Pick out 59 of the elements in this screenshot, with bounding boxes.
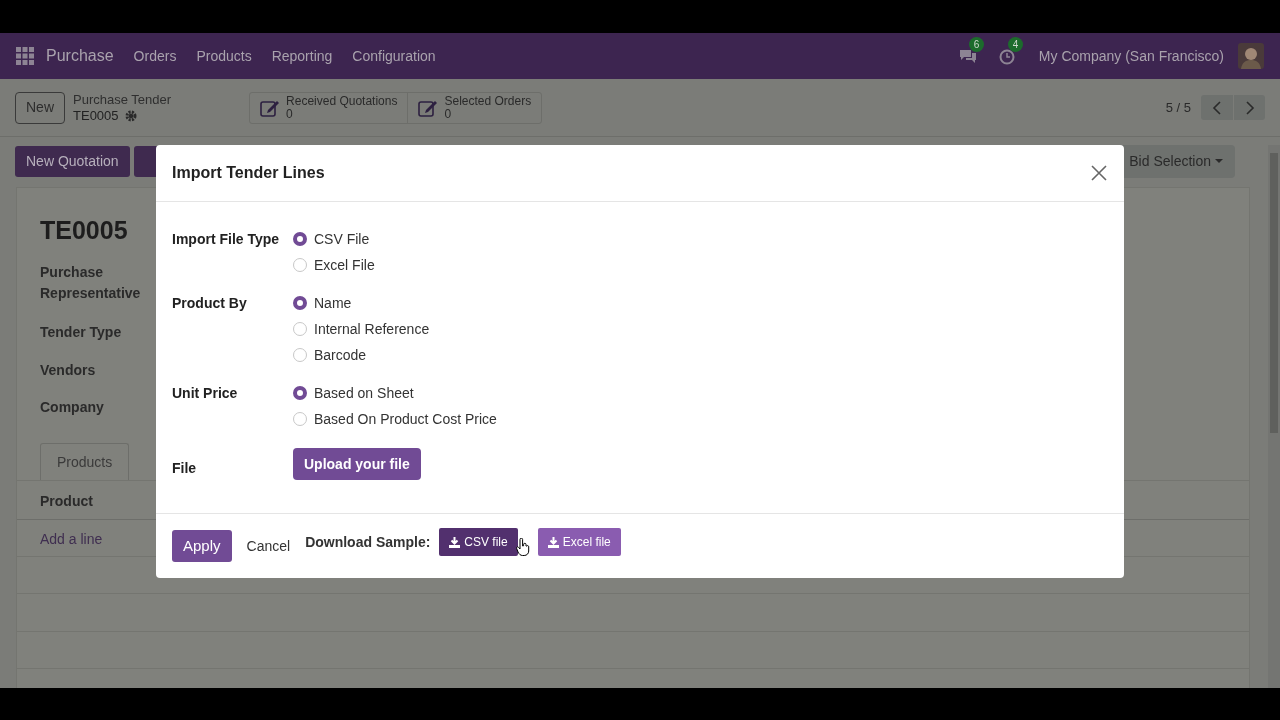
record-name: TE0005 [73, 107, 119, 124]
tab[interactable]: Products [40, 443, 130, 481]
new-button[interactable]: New [15, 91, 65, 124]
caret-icon [1215, 159, 1223, 164]
field-label: Product By [172, 294, 248, 313]
download-button[interactable]: Excel file [537, 528, 621, 556]
menu-item[interactable]: Reporting [271, 45, 333, 67]
radio-option[interactable]: CSV File [293, 226, 375, 252]
edit-icon [418, 98, 439, 117]
menu-item[interactable]: Orders [133, 45, 177, 67]
radio-button[interactable] [293, 386, 307, 400]
radio-button[interactable] [293, 232, 307, 246]
clock-icon[interactable] [998, 49, 1015, 65]
hand-cursor-icon [515, 538, 530, 556]
cancel-button[interactable]: Cancel [241, 530, 296, 562]
pager-text: 5 / 5 [1165, 98, 1191, 117]
field-label: Purchase Representative [40, 263, 142, 303]
chevron-left-icon [1212, 100, 1222, 115]
column-header: Product [40, 492, 93, 511]
radio-option[interactable]: Excel File [293, 252, 375, 278]
field-label: Tender Type [40, 323, 123, 342]
record-title: TE0005 [40, 215, 128, 246]
company-name[interactable]: My Company (San Francisco) [1038, 45, 1224, 67]
radio-option[interactable]: Based On Product Cost Price [293, 406, 497, 432]
dialog-title: Import Tender Lines [172, 163, 325, 183]
field-label: Company [40, 398, 105, 417]
close-button[interactable] [1090, 164, 1108, 182]
message-count-badge: 6 [968, 37, 985, 52]
download-icon [547, 536, 559, 548]
field-label: Vendors [40, 361, 97, 380]
avatar-icon[interactable] [1238, 43, 1264, 69]
smart-button[interactable]: Selected Orders 0 [407, 92, 542, 123]
download-button[interactable]: CSV file [439, 528, 518, 556]
action-button[interactable]: New Quotation [15, 146, 130, 177]
breadcrumb-link[interactable]: Purchase Tender [73, 91, 172, 108]
chevron-right-icon [1244, 100, 1255, 115]
download-sample-label: Download Sample: [305, 532, 431, 552]
menu-item[interactable]: Configuration [352, 45, 436, 67]
scrollbar[interactable] [1268, 145, 1280, 688]
field-label: File [172, 459, 198, 478]
field-label: Unit Price [172, 384, 239, 403]
smart-button[interactable]: Received Quotations 0 [250, 92, 408, 123]
chat-icon[interactable] [958, 49, 977, 65]
radio-button[interactable] [293, 296, 307, 310]
radio-option[interactable]: Internal Reference [293, 316, 430, 342]
app-name[interactable]: Purchase [46, 44, 114, 68]
apps-grid-icon[interactable] [16, 47, 34, 65]
download-icon [449, 536, 461, 548]
activity-count-badge: 4 [1007, 37, 1024, 52]
radio-option[interactable]: Based on Sheet [293, 380, 497, 406]
field-label: Import File Type [172, 230, 281, 249]
menu-item[interactable]: Products [196, 45, 252, 67]
add-line-link[interactable]: Add a line [40, 529, 103, 550]
upload-button[interactable]: Upload your file [293, 448, 421, 480]
settings-icon[interactable] [124, 109, 137, 122]
edit-icon [260, 98, 281, 117]
apply-button[interactable]: Apply [172, 530, 232, 562]
radio-option[interactable]: Name [293, 290, 430, 316]
radio-option[interactable]: Barcode [293, 342, 430, 368]
